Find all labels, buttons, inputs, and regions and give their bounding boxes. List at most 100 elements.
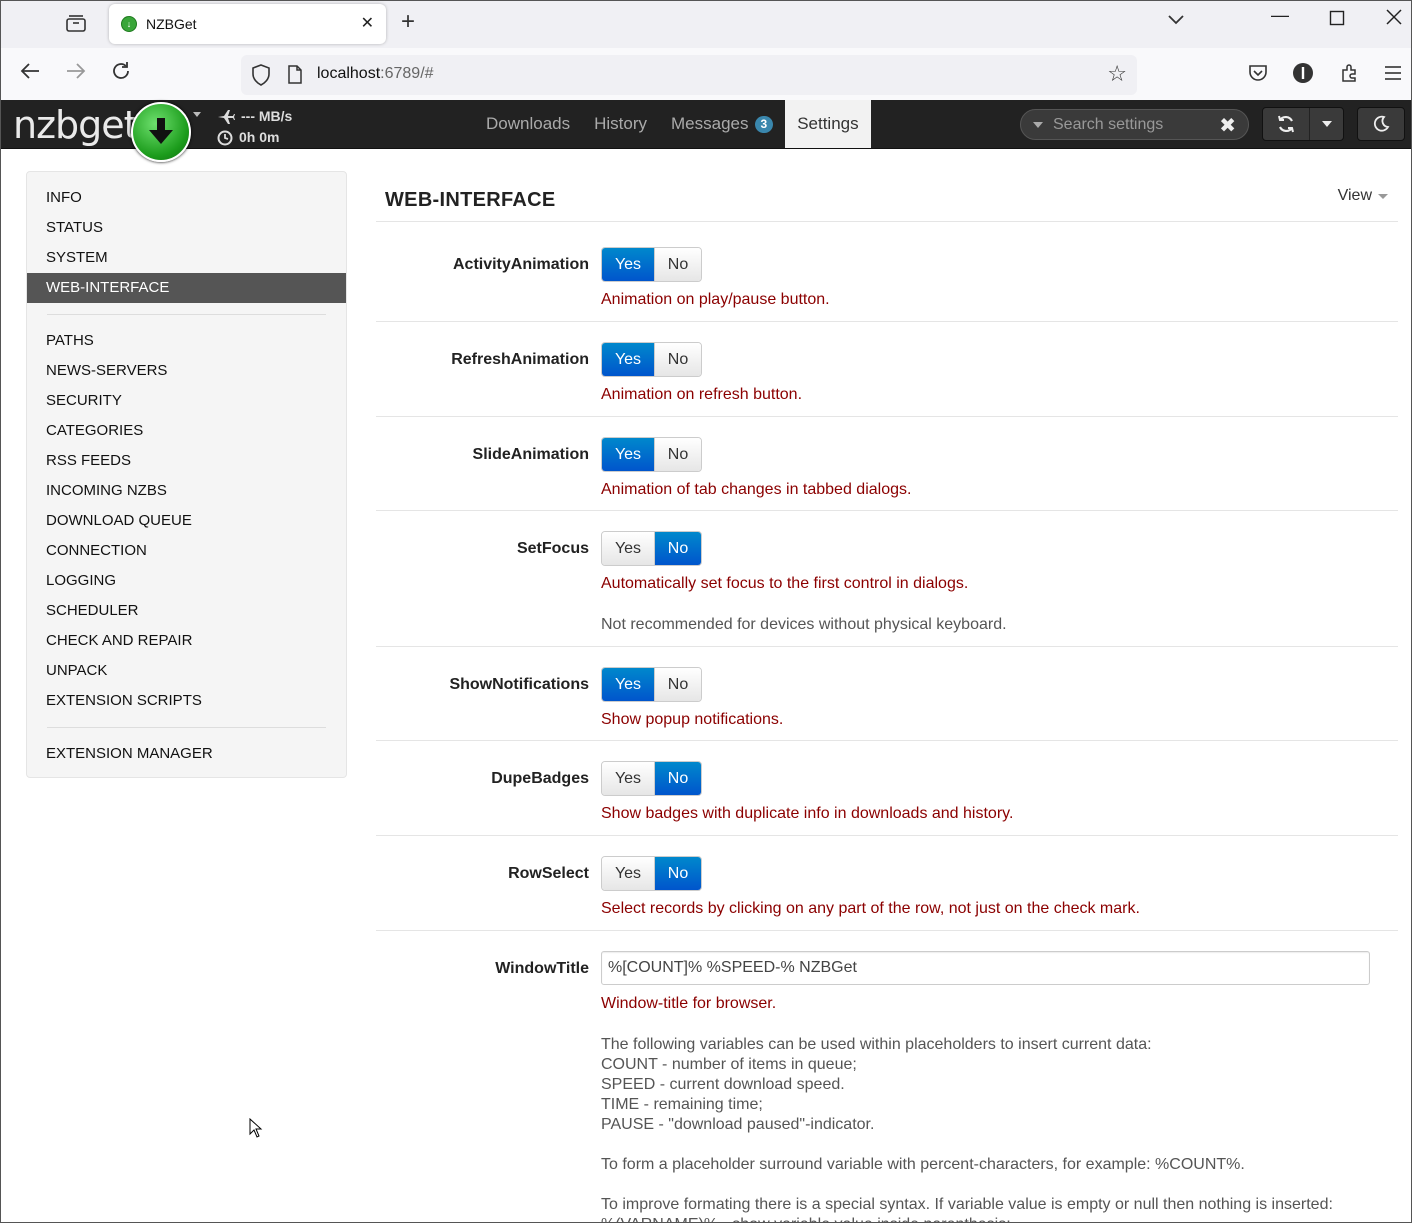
window-title-input[interactable]: %[COUNT]% %SPEED-% NZBGet	[601, 951, 1370, 985]
sidebar-item-check-and-repair[interactable]: CHECK AND REPAIR	[27, 626, 346, 656]
sidebar-item-web-interface[interactable]: WEB-INTERFACE	[27, 273, 346, 303]
sidebar-item-download-queue[interactable]: DOWNLOAD QUEUE	[27, 506, 346, 536]
close-window-icon[interactable]	[1385, 8, 1403, 31]
clear-search-icon[interactable]: ✖	[1219, 113, 1236, 138]
search-options-caret-icon[interactable]	[1033, 121, 1043, 128]
sidebar-item-news-servers[interactable]: NEWS-SERVERS	[27, 356, 346, 386]
tracking-shield-icon[interactable]	[251, 64, 271, 86]
speed-info[interactable]: --- MB/s 0h 0m	[217, 106, 292, 148]
sidebar-item-extension-scripts[interactable]: EXTENSION SCRIPTS	[27, 686, 346, 716]
window-title-note: The following variables can be used with…	[601, 1036, 1152, 1053]
sidebar-item-incoming-nzbs[interactable]: INCOMING NZBS	[27, 476, 346, 506]
sidebar-item-system[interactable]: SYSTEM	[27, 243, 346, 273]
sidebar-item-extension-manager[interactable]: EXTENSION MANAGER	[27, 739, 346, 769]
yes-button[interactable]: Yes	[602, 438, 654, 471]
back-icon[interactable]	[19, 60, 41, 88]
play-menu-caret-icon[interactable]	[193, 112, 201, 117]
no-button[interactable]: No	[654, 438, 701, 471]
sidebar-item-connection[interactable]: CONNECTION	[27, 536, 346, 566]
page-info-icon[interactable]	[287, 65, 303, 84]
main-nav: Downloads History Messages 3 Settings	[474, 100, 871, 148]
maximize-icon[interactable]	[1329, 10, 1345, 31]
browser-tab[interactable]: ↓ NZBGet ✕	[109, 4, 386, 44]
sidebar-item-scheduler[interactable]: SCHEDULER	[27, 596, 346, 626]
remaining-time: 0h 0m	[239, 129, 280, 145]
option-row-windowtitle: WindowTitle %[COUNT]% %SPEED-% NZBGet Wind…	[376, 931, 1398, 1222]
new-tab-icon[interactable]: +	[401, 9, 415, 35]
sidebar-item-status[interactable]: STATUS	[27, 213, 346, 243]
tab-overflow-chevron-icon[interactable]	[1167, 10, 1185, 33]
play-pause-button[interactable]	[131, 102, 191, 162]
nav-messages[interactable]: Messages 3	[659, 100, 785, 148]
no-button[interactable]: No	[654, 532, 701, 565]
search-placeholder: Search settings	[1053, 115, 1164, 133]
option-description: Animation on refresh button.	[601, 386, 803, 403]
download-arrow-icon	[149, 118, 173, 144]
option-label: DupeBadges	[491, 770, 589, 787]
yes-button[interactable]: Yes	[602, 762, 654, 795]
sidebar-item-security[interactable]: SECURITY	[27, 386, 346, 416]
nav-history[interactable]: History	[582, 100, 659, 148]
option-label: SetFocus	[516, 540, 589, 557]
nav-downloads[interactable]: Downloads	[474, 100, 582, 148]
view-dropdown[interactable]: View	[1338, 187, 1388, 205]
option-description: Window-title for browser.	[601, 995, 777, 1012]
sidebar-item-categories[interactable]: CATEGORIES	[27, 416, 346, 446]
minimize-icon[interactable]: —	[1271, 5, 1289, 26]
window-title-note: %(VARNAME)% - show variable value inside…	[601, 1215, 1011, 1222]
address-bar[interactable]: localhost:6789/# ☆	[241, 55, 1137, 95]
sidebar-item-rss-feeds[interactable]: RSS FEEDS	[27, 446, 346, 476]
view-label: View	[1337, 187, 1372, 204]
option-description: Show badges with duplicate info in downl…	[601, 805, 1014, 822]
option-row-refreshanimation: RefreshAnimation Yes No Animation on refres…	[376, 322, 1398, 417]
menu-icon[interactable]	[1382, 62, 1404, 84]
url-text[interactable]: localhost:6789/#	[317, 65, 434, 83]
no-button[interactable]: No	[654, 857, 701, 890]
tab-list-button[interactable]	[61, 9, 91, 37]
sidebar-item-logging[interactable]: LOGGING	[27, 566, 346, 596]
option-row-dupebadges: DupeBadges Yes No Show badges with duplicat…	[376, 741, 1398, 836]
yes-button[interactable]: Yes	[602, 248, 654, 281]
option-note: Not recommended for devices without phys…	[601, 616, 1007, 633]
search-settings-input[interactable]: Search settings ✖	[1020, 109, 1249, 140]
sidebar-item-unpack[interactable]: UNPACK	[27, 656, 346, 686]
option-toggle: Yes No	[601, 667, 702, 702]
window-title-note: To form a placeholder surround variable …	[601, 1156, 1245, 1173]
option-row-slideanimation: SlideAnimation Yes No Animation of tab chan…	[376, 417, 1398, 511]
refresh-icon	[1278, 115, 1294, 133]
sidebar-divider	[47, 314, 326, 315]
extensions-icon[interactable]	[1338, 62, 1360, 84]
sidebar-item-info[interactable]: INFO	[27, 183, 346, 213]
window-title-note: TIME - remaining time;	[601, 1096, 763, 1113]
yes-button[interactable]: Yes	[602, 668, 654, 701]
forward-icon[interactable]	[65, 60, 87, 88]
no-button[interactable]: No	[654, 668, 701, 701]
reload-icon[interactable]	[110, 60, 132, 88]
refresh-interval-dropdown[interactable]	[1309, 108, 1343, 140]
option-description: Animation on play/pause button.	[601, 291, 830, 308]
bookmark-star-icon[interactable]: ☆	[1107, 61, 1127, 87]
chevron-down-icon	[1378, 193, 1388, 199]
close-tab-icon[interactable]: ✕	[361, 13, 374, 33]
theme-toggle-button[interactable]	[1357, 107, 1405, 141]
option-toggle: Yes No	[601, 856, 702, 891]
option-description: Animation of tab changes in tabbed dialo…	[601, 481, 912, 498]
yes-button[interactable]: Yes	[602, 532, 654, 565]
tab-list-icon	[66, 15, 86, 32]
no-button[interactable]: No	[654, 248, 701, 281]
info-extension-icon[interactable]	[1292, 62, 1314, 84]
refresh-button[interactable]	[1263, 108, 1309, 140]
no-button[interactable]: No	[654, 343, 701, 376]
option-label: SlideAnimation	[472, 446, 589, 463]
pocket-icon[interactable]	[1247, 62, 1269, 84]
window-title-note: SPEED - current download speed.	[601, 1076, 845, 1093]
nav-settings[interactable]: Settings	[785, 100, 871, 148]
yes-button[interactable]: Yes	[602, 857, 654, 890]
chevron-down-icon	[1321, 121, 1332, 127]
sidebar-item-paths[interactable]: PATHS	[27, 326, 346, 356]
no-button[interactable]: No	[654, 762, 701, 795]
yes-button[interactable]: Yes	[602, 343, 654, 376]
clock-icon	[217, 130, 233, 145]
nav-messages-label: Messages	[671, 114, 749, 133]
refresh-button-group	[1262, 107, 1344, 141]
